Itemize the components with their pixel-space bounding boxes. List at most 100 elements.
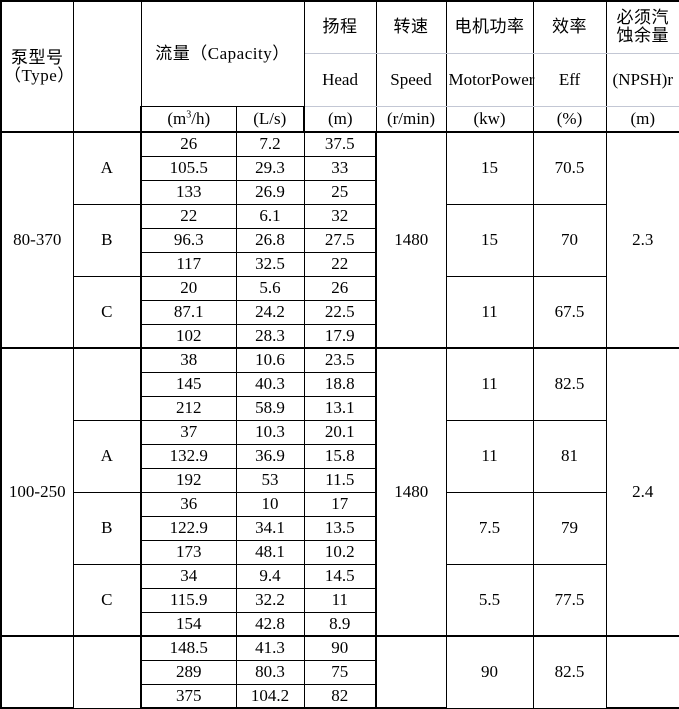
table-row: A 37 10.3 20.1 11 81 (1, 419, 679, 493)
cell-motor-power: 11 (446, 347, 534, 421)
cell-head: 17 (304, 491, 378, 517)
pump-group-letter (73, 347, 142, 421)
cell-capacity-m3h: 154 (140, 612, 237, 637)
cell-head: 90 (304, 635, 378, 661)
cell-capacity-ls: 104.2 (236, 684, 305, 709)
cell-capacity-m3h: 102 (140, 324, 237, 349)
unit-capacity-m3h: (m3/h) (140, 105, 237, 133)
pump-group-letter: B (73, 491, 142, 565)
header-eff-cn: 效率 (533, 0, 607, 54)
cell-capacity-ls: 41.3 (236, 635, 305, 661)
pump-group-letter: A (73, 419, 142, 493)
cell-capacity-m3h: 289 (140, 660, 237, 685)
table-row: B 36 10 17 7.5 79 (1, 491, 679, 565)
cell-capacity-ls: 32.5 (236, 252, 305, 277)
cell-capacity-m3h: 26 (140, 131, 237, 157)
cell-head: 37.5 (304, 131, 378, 157)
cell-capacity-ls: 24.2 (236, 300, 305, 325)
table-row: 148.5 41.3 90 90 82.5 (0, 635, 679, 709)
cell-head: 27.5 (304, 228, 378, 253)
cell-efficiency: 70 (533, 203, 607, 277)
cell-head: 82 (304, 684, 378, 709)
cell-capacity-ls: 40.3 (236, 372, 305, 397)
cell-capacity-m3h: 38 (140, 347, 237, 373)
table-body: 泵型号（Type） 流量（Capacity） 扬程 转速 电机功率 效率 必须汽 蚀余量 Hea… (0, 0, 679, 709)
cell-capacity-m3h: 122.9 (140, 516, 237, 541)
cell-capacity-ls: 10 (236, 491, 305, 517)
cell-capacity-ls: 10.6 (236, 347, 305, 373)
table-row: B 22 6.1 32 15 70 (1, 203, 679, 277)
pump-group-letter: A (73, 131, 142, 205)
unit-eff: (%) (533, 106, 607, 133)
cell-head: 33 (304, 156, 378, 181)
cell-efficiency: 77.5 (533, 563, 607, 637)
cell-efficiency: 70.5 (533, 131, 607, 205)
cell-efficiency: 67.5 (533, 275, 607, 349)
cell-head: 13.5 (304, 516, 378, 541)
cell-capacity-m3h: 105.5 (140, 156, 237, 181)
cell-head: 11.5 (304, 468, 378, 493)
cell-efficiency: 82.5 (533, 347, 607, 421)
cell-head: 13.1 (304, 396, 378, 421)
cell-capacity-ls: 42.8 (236, 612, 305, 637)
cell-head: 14.5 (304, 563, 378, 589)
header-speed-en: Speed (376, 53, 447, 107)
pump-specification-table: 泵型号（Type） 流量（Capacity） 扬程 转速 电机功率 效率 必须汽 蚀余量 Hea… (0, 0, 679, 709)
header-npsh-cn: 必须汽 蚀余量 (606, 0, 679, 54)
unit-speed: (r/min) (376, 106, 447, 133)
cell-capacity-m3h: 87.1 (140, 300, 237, 325)
cell-efficiency: 81 (533, 419, 607, 493)
cell-motor-power: 11 (446, 275, 534, 349)
cell-capacity-ls: 5.6 (236, 275, 305, 301)
cell-head: 22.5 (304, 300, 378, 325)
cell-capacity-ls: 34.1 (236, 516, 305, 541)
cell-motor-power: 5.5 (446, 563, 534, 637)
pump-group-letter (73, 635, 142, 709)
header-group-spacer (73, 0, 142, 133)
table-row: 80-370 A 26 7.2 37.5 1480 15 70.5 2.3 (0, 131, 679, 349)
cell-npsh (606, 635, 679, 709)
cell-npsh: 2.4 (606, 347, 679, 637)
cell-head: 18.8 (304, 372, 378, 397)
cell-head: 75 (304, 660, 378, 685)
cell-motor-power: 11 (446, 419, 534, 493)
cell-capacity-m3h: 37 (140, 419, 237, 445)
unit-head: (m) (304, 106, 377, 133)
cell-capacity-ls: 80.3 (236, 660, 305, 685)
cell-head: 8.9 (304, 612, 378, 637)
cell-head: 32 (304, 203, 378, 229)
cell-capacity-ls: 6.1 (236, 203, 305, 229)
cell-capacity-m3h: 34 (140, 563, 237, 589)
header-eff-en: Eff (533, 53, 607, 107)
header-power-en: MotorPower (446, 53, 534, 107)
unit-power: (kw) (446, 106, 534, 133)
cell-motor-power: 7.5 (446, 491, 534, 565)
cell-npsh: 2.3 (606, 131, 679, 349)
cell-capacity-ls: 29.3 (236, 156, 305, 181)
cell-capacity-m3h: 36 (140, 491, 237, 517)
cell-capacity-m3h: 115.9 (140, 588, 237, 613)
cell-capacity-m3h: 173 (140, 540, 237, 565)
cell-efficiency: 82.5 (533, 635, 607, 709)
cell-motor-power: 15 (446, 203, 534, 277)
header-capacity: 流量（Capacity） (141, 0, 305, 107)
cell-speed: 1480 (376, 131, 447, 349)
pump-group-letter: C (73, 275, 142, 349)
pump-type-label: 80-370 (0, 131, 74, 349)
cell-capacity-ls: 26.8 (236, 228, 305, 253)
header-power-cn: 电机功率 (446, 0, 534, 54)
cell-head: 10.2 (304, 540, 378, 565)
cell-head: 15.8 (304, 444, 378, 469)
cell-motor-power: 90 (446, 635, 534, 709)
pump-type-label (0, 635, 74, 709)
unit-capacity-ls: (L/s) (236, 105, 306, 133)
table-row: C 34 9.4 14.5 5.5 77.5 (1, 563, 679, 637)
pump-group-letter: C (73, 563, 142, 637)
cell-capacity-m3h: 145 (140, 372, 237, 397)
cell-capacity-m3h: 212 (140, 396, 237, 421)
cell-capacity-m3h: 117 (140, 252, 237, 277)
cell-head: 20.1 (304, 419, 378, 445)
cell-capacity-ls: 7.2 (236, 131, 305, 157)
cell-head: 22 (304, 252, 378, 277)
header-npsh-en: (NPSH)r (606, 53, 679, 107)
